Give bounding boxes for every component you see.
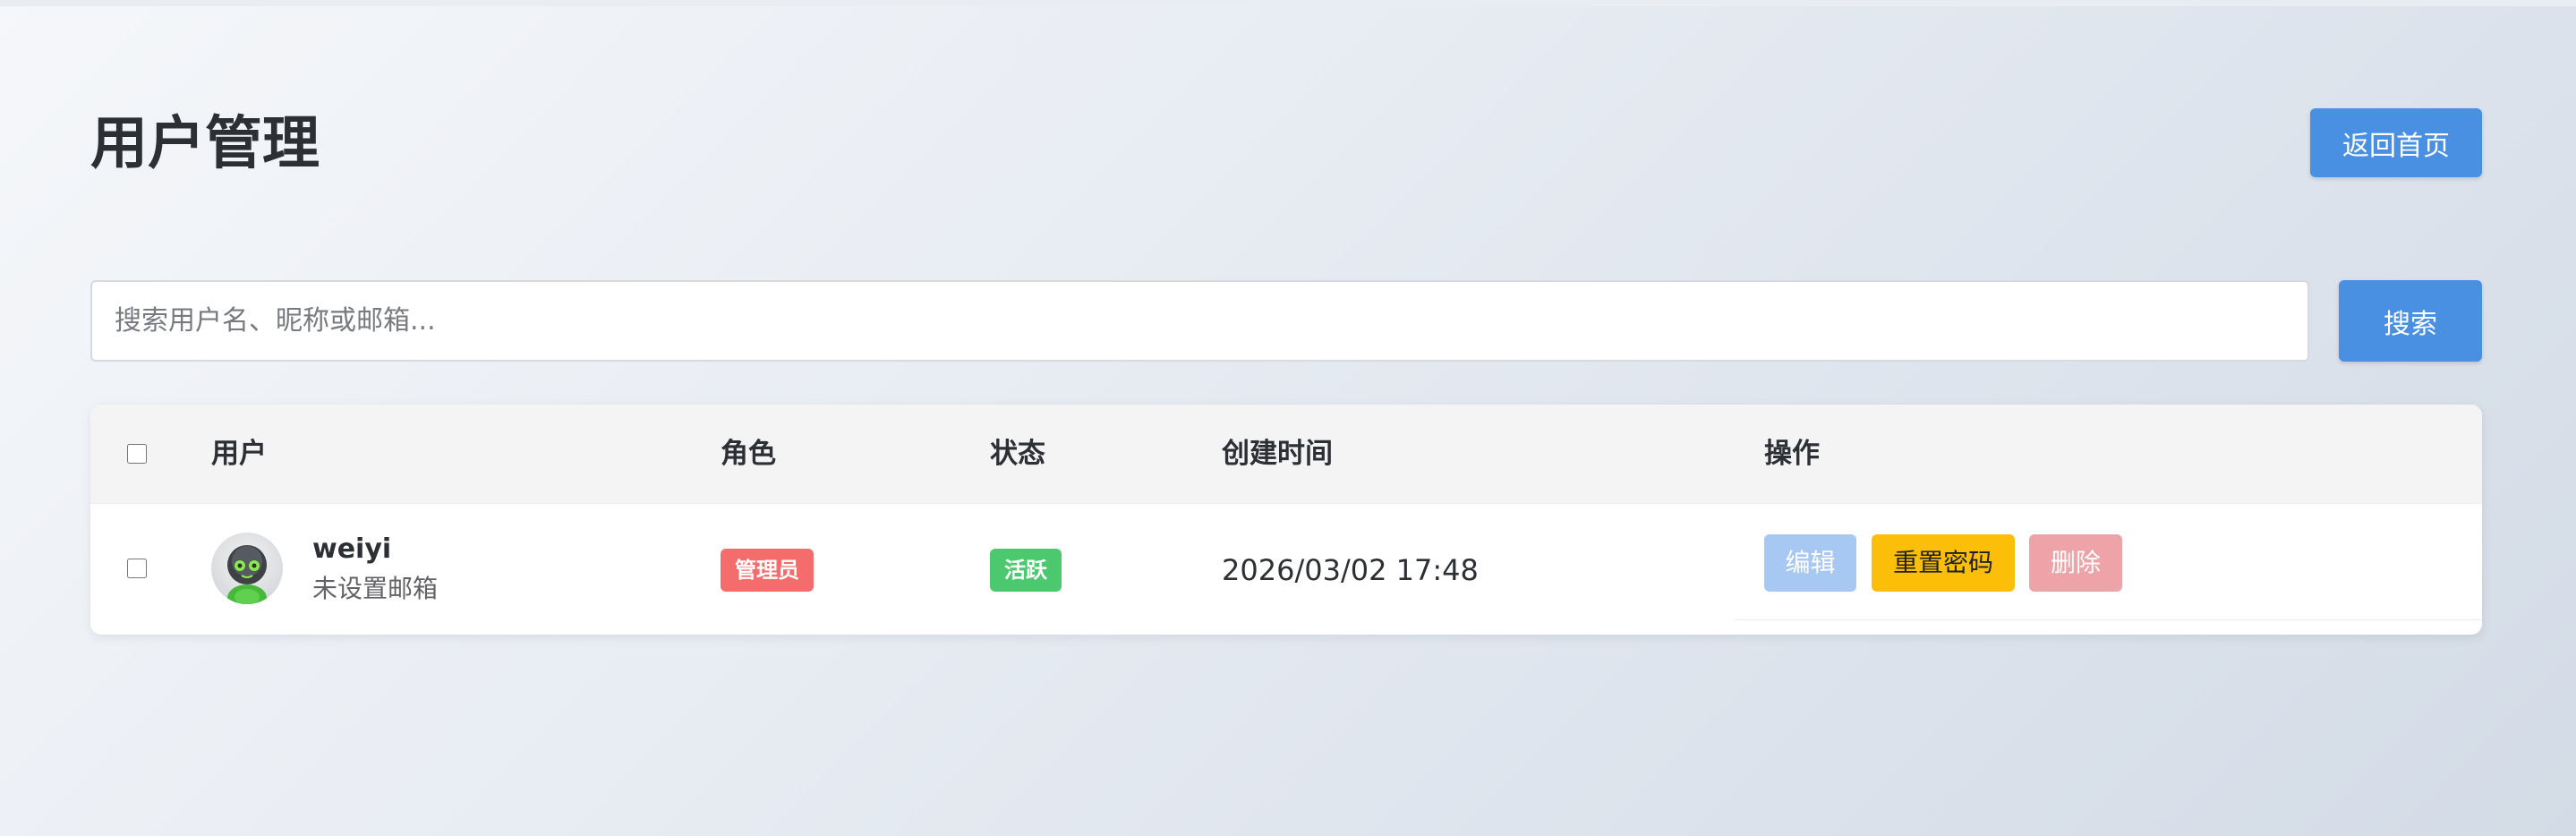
role-badge: 管理员 bbox=[721, 549, 814, 592]
page-title: 用户管理 bbox=[90, 111, 320, 177]
column-header-user: 用户 bbox=[211, 438, 267, 470]
delete-button[interactable]: 删除 bbox=[2029, 534, 2122, 592]
username: weiyi bbox=[312, 533, 392, 565]
user-table: 用户 角色 状态 创建时间 操作 weiyi 未设置邮箱 管理员 活跃 2026… bbox=[90, 405, 2482, 635]
column-header-status: 状态 bbox=[990, 438, 1045, 470]
created-time: 2026/03/02 17:48 bbox=[1222, 553, 1479, 587]
column-header-actions: 操作 bbox=[1764, 438, 1820, 470]
status-badge: 活跃 bbox=[990, 549, 1062, 592]
row-divider bbox=[1735, 619, 2482, 620]
table-header: 用户 角色 状态 创建时间 操作 bbox=[90, 405, 2482, 504]
column-header-role: 角色 bbox=[721, 438, 776, 470]
search-button[interactable]: 搜索 bbox=[2339, 280, 2482, 362]
select-all-checkbox[interactable] bbox=[127, 444, 147, 464]
column-header-created: 创建时间 bbox=[1222, 438, 1333, 470]
robot-avatar-icon bbox=[227, 545, 267, 604]
table-row: weiyi 未设置邮箱 管理员 活跃 2026/03/02 17:48 编辑 重… bbox=[90, 503, 2482, 635]
user-email: 未设置邮箱 bbox=[312, 574, 439, 603]
edit-button[interactable]: 编辑 bbox=[1764, 534, 1856, 592]
back-home-button[interactable]: 返回首页 bbox=[2310, 108, 2482, 177]
avatar bbox=[211, 533, 283, 604]
row-select-checkbox[interactable] bbox=[127, 559, 147, 578]
search-input[interactable] bbox=[90, 280, 2309, 362]
top-border bbox=[0, 0, 2576, 6]
reset-password-button[interactable]: 重置密码 bbox=[1872, 534, 2015, 592]
